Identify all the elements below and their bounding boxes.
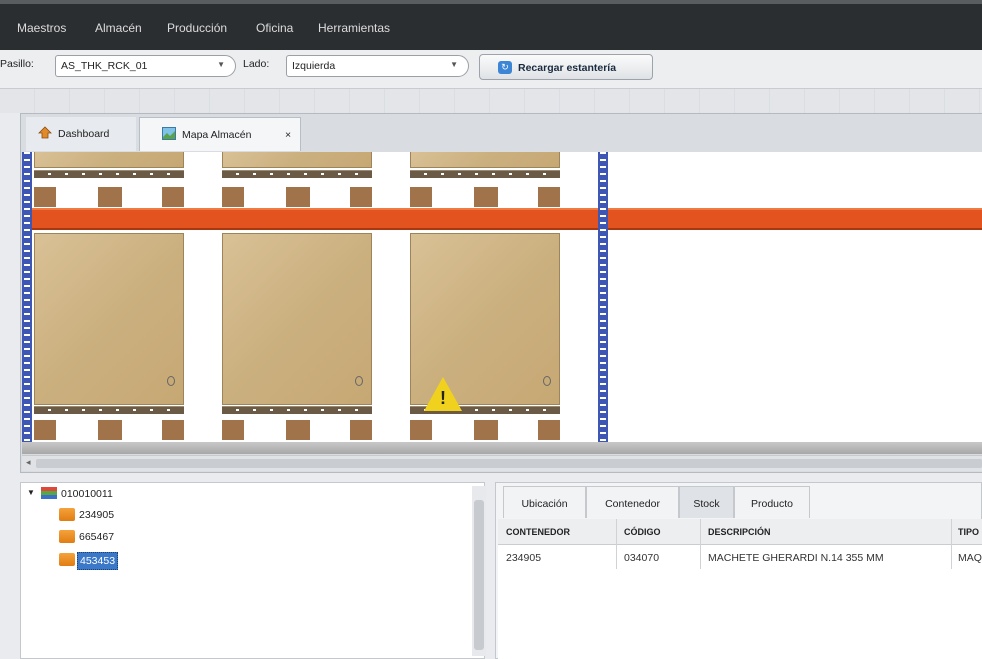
pallet-box[interactable] (34, 233, 184, 405)
menu-herramientas[interactable]: Herramientas (318, 21, 390, 35)
column-divider (700, 519, 701, 569)
close-icon[interactable]: × (285, 129, 291, 141)
container-icon (59, 508, 75, 521)
tab-ubicacion-label: Ubicación (521, 498, 568, 510)
tab-ubicacion[interactable]: Ubicación (503, 486, 586, 518)
lado-value: Izquierda (292, 60, 336, 72)
lado-label: Lado: (243, 58, 270, 70)
table-cell: 234905 (506, 552, 542, 564)
tab-mapa-almacen-label: Mapa Almacén (182, 129, 252, 141)
pallet-block (286, 420, 310, 440)
pallet-block (162, 420, 184, 440)
column-header[interactable]: CONTENEDOR (506, 527, 570, 537)
pasillo-value: AS_THK_RCK_01 (61, 60, 148, 72)
pallet-block (222, 420, 244, 440)
pallet (222, 170, 372, 178)
pallet-block (350, 420, 372, 440)
menu-oficina[interactable]: Oficina (256, 21, 293, 35)
menu-maestros[interactable]: Maestros (17, 21, 66, 35)
pallet-block (350, 187, 372, 207)
pallet (34, 170, 184, 178)
pallet-block (474, 420, 498, 440)
column-header[interactable]: CÓDIGO (624, 527, 661, 537)
table-row[interactable]: 234905 034070 MACHETE GHERARDI N.14 355 … (498, 545, 982, 570)
gauge-icon (167, 376, 175, 386)
pallet-block (286, 187, 310, 207)
table-cell: 034070 (624, 552, 660, 564)
pallet-block (474, 187, 498, 207)
pallet-block (538, 420, 560, 440)
table-body (498, 569, 982, 659)
vertical-scrollbar[interactable] (472, 486, 486, 656)
pasillo-select[interactable]: AS_THK_RCK_01 ▼ (55, 55, 236, 77)
menu-bar: Maestros Almacén Producción Oficina Herr… (0, 0, 982, 50)
pallet-block (222, 187, 244, 207)
stock-table-header: CONTENEDOR CÓDIGO DESCRIPCIÓN TIPO (498, 519, 982, 545)
pallet-block (538, 187, 560, 207)
pallet-box[interactable] (222, 233, 372, 405)
column-divider (616, 519, 617, 569)
pallet (34, 406, 184, 414)
menu-produccion[interactable]: Producción (167, 21, 227, 35)
column-divider (951, 519, 952, 569)
tab-dashboard-label: Dashboard (58, 128, 110, 140)
refresh-icon: ↻ (498, 61, 512, 74)
table-cell: MACHETE GHERARDI N.14 355 MM (708, 552, 884, 564)
horizontal-scrollbar[interactable]: ◂ (22, 455, 982, 471)
tab-stock-label: Stock (693, 498, 720, 510)
warning-mark: ! (440, 388, 446, 408)
reload-shelf-button[interactable]: ↻ Recargar estantería (479, 54, 653, 80)
shelf-icon (41, 487, 57, 499)
pallet-block (410, 420, 432, 440)
tab-producto-label: Producto (750, 498, 794, 510)
tree-item[interactable]: 234905 (79, 509, 114, 521)
tree-root[interactable]: 010010011 (61, 488, 113, 500)
rack-beam (22, 208, 982, 230)
rack-upright (22, 152, 32, 442)
tree-item-selected[interactable]: 453453 (77, 552, 119, 570)
dashboard-icon (38, 126, 52, 139)
lado-select[interactable]: Izquierda ▼ (286, 55, 469, 77)
tab-mapa-almacen[interactable]: Mapa Almacén × (139, 117, 301, 151)
pallet-block (162, 187, 184, 207)
chevron-down-icon: ▼ (217, 60, 225, 69)
tab-contenedor[interactable]: Contenedor (586, 486, 679, 518)
reload-shelf-label: Recargar estantería (518, 62, 617, 74)
tab-dashboard[interactable]: Dashboard (26, 117, 136, 151)
pallet-block (410, 187, 432, 207)
container-icon (59, 553, 75, 566)
pallet (410, 170, 560, 178)
pallet-block (34, 187, 56, 207)
warehouse-shelf-view[interactable] (22, 152, 982, 442)
table-cell: MAQ (958, 552, 982, 564)
pallet-box[interactable] (34, 152, 184, 168)
tab-producto[interactable]: Producto (734, 486, 810, 518)
pallet-block (34, 420, 56, 440)
toolbar-separator (0, 89, 982, 113)
chevron-down-icon: ▼ (450, 60, 458, 69)
column-header[interactable]: TIPO (958, 527, 979, 537)
scrollbar-thumb[interactable] (474, 500, 484, 650)
pallet-box[interactable] (410, 152, 560, 168)
tab-contenedor-label: Contenedor (605, 498, 660, 510)
scrollbar-thumb[interactable] (36, 459, 982, 468)
chevron-left-icon[interactable]: ◂ (26, 457, 31, 468)
menu-almacen[interactable]: Almacén (95, 21, 142, 35)
tab-stock[interactable]: Stock (679, 486, 734, 518)
pallet-block (98, 187, 122, 207)
gauge-icon (355, 376, 363, 386)
pallet (222, 406, 372, 414)
pallet-box[interactable] (222, 152, 372, 168)
gauge-icon (543, 376, 551, 386)
location-tree: ▼ 010010011 234905 665467 453453 (20, 482, 485, 659)
rack-floor (22, 442, 982, 454)
column-header[interactable]: DESCRIPCIÓN (708, 527, 771, 537)
map-icon (162, 127, 176, 140)
container-icon (59, 530, 75, 543)
rack-upright (598, 152, 608, 442)
expand-icon[interactable]: ▼ (27, 488, 35, 497)
pallet-block (98, 420, 122, 440)
pasillo-label: Pasillo: (0, 58, 34, 70)
tree-item[interactable]: 665467 (79, 531, 114, 543)
